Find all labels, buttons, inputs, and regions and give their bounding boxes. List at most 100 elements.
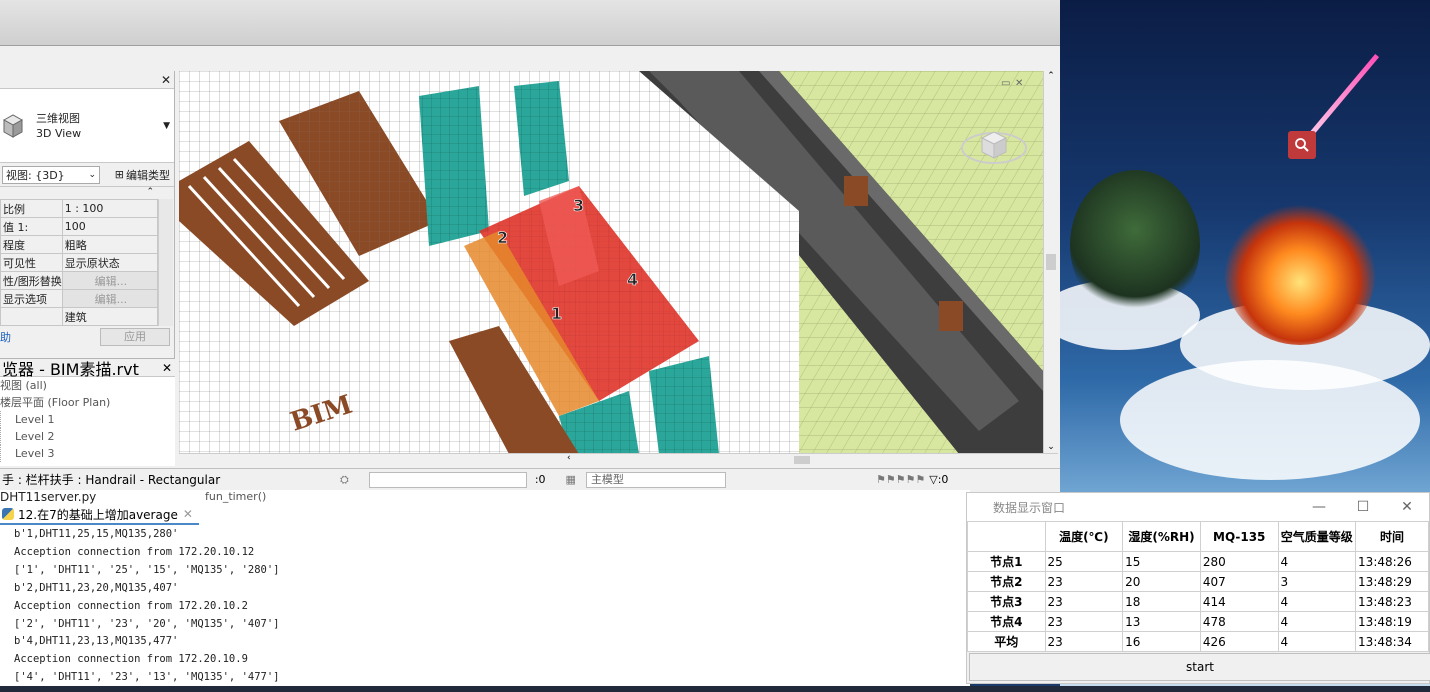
table-row[interactable]: 节点4 23 13 478 4 13:48:19: [967, 611, 1429, 632]
properties-help-link[interactable]: 助: [0, 329, 11, 345]
property-row[interactable]: 比例 1 : 100: [0, 199, 159, 218]
viewport-vertical-scrollbar[interactable]: ⌃ ⌄: [1043, 71, 1058, 454]
data-display-window: 数据显示窗口 — ☐ ✕ 温度(℃) 湿度(%RH) MQ-135 空气质量等级 时间 …: [966, 492, 1430, 684]
column-header[interactable]: 湿度(%RH): [1122, 521, 1201, 552]
table-cell[interactable]: 4: [1277, 631, 1357, 652]
workset-icon: ⛭: [340, 472, 349, 486]
table-cell[interactable]: 414: [1199, 591, 1279, 612]
edit-type-button[interactable]: ⊞ 编辑类型: [115, 167, 174, 183]
table-cell[interactable]: 18: [1122, 591, 1201, 612]
collapse-icon[interactable]: ⌃: [0, 187, 174, 199]
property-row[interactable]: 可见性 显示原状态: [0, 253, 159, 272]
table-cell[interactable]: 4: [1277, 611, 1357, 632]
property-value[interactable]: 编辑...: [61, 289, 159, 308]
restore-icon[interactable]: ▭: [1001, 78, 1010, 89]
data-table: 温度(℃) 湿度(%RH) MQ-135 空气质量等级 时间 节点1 25 15 280 4 13…: [967, 521, 1429, 652]
property-row[interactable]: 建筑: [0, 307, 159, 326]
table-cell[interactable]: 3: [1277, 571, 1357, 592]
table-cell[interactable]: 280: [1199, 551, 1279, 572]
table-cell[interactable]: 407: [1199, 571, 1279, 592]
type-name-en: 3D View: [36, 126, 82, 140]
maximize-icon[interactable]: ☐: [1341, 499, 1385, 515]
property-label: 显示选项: [0, 289, 63, 308]
table-cell[interactable]: 13:48:29: [1355, 571, 1429, 592]
table-cell[interactable]: 13:48:19: [1355, 611, 1429, 632]
table-cell[interactable]: 4: [1277, 551, 1357, 572]
row-header: 节点1: [967, 551, 1046, 572]
column-header[interactable]: 时间: [1355, 521, 1429, 552]
filter-count: :0: [937, 473, 949, 486]
table-row[interactable]: 节点2 23 20 407 3 13:48:29: [967, 571, 1429, 592]
property-row[interactable]: 程度 粗略: [0, 235, 159, 254]
view-instance-dropdown[interactable]: 视图: {3D} ⌄: [2, 165, 100, 184]
function-breadcrumb[interactable]: fun_timer(): [205, 490, 266, 503]
properties-scrollbar[interactable]: [158, 199, 173, 326]
table-row[interactable]: 平均 23 16 426 4 13:48:34: [967, 631, 1429, 652]
table-cell[interactable]: 15: [1122, 551, 1201, 572]
table-cell[interactable]: 426: [1199, 631, 1279, 652]
table-cell[interactable]: 25: [1044, 551, 1124, 572]
close-icon[interactable]: ✕: [161, 73, 171, 87]
table-cell[interactable]: 23: [1044, 591, 1124, 612]
console-line: ['4', 'DHT11', '23', '13', 'MQ135', '477…: [14, 671, 280, 684]
column-header[interactable]: 空气质量等级: [1277, 521, 1357, 552]
property-value[interactable]: 1 : 100: [61, 199, 159, 218]
close-icon[interactable]: ✕: [162, 361, 172, 375]
viewport-horizontal-scrollbar[interactable]: ‹: [179, 453, 1058, 466]
table-cell[interactable]: 23: [1044, 611, 1124, 632]
table-cell[interactable]: 16: [1122, 631, 1201, 652]
property-value[interactable]: 编辑...: [61, 271, 159, 290]
table-cell[interactable]: 478: [1199, 611, 1279, 632]
browser-tree-item[interactable]: Level 2: [0, 428, 175, 445]
table-cell[interactable]: 13: [1122, 611, 1201, 632]
3d-viewport[interactable]: 1 2 3 4 BIM ▭ ✕: [179, 71, 1043, 454]
selection-tools-icon[interactable]: ⚑⚑⚑⚑⚑: [876, 473, 925, 486]
3d-view-icon: [2, 113, 24, 138]
workset-dropdown[interactable]: [368, 471, 527, 488]
apply-button[interactable]: 应用: [100, 328, 170, 346]
start-button[interactable]: start: [969, 653, 1430, 681]
table-cell[interactable]: 13:48:26: [1355, 551, 1429, 572]
console-line: Acception connection from 172.20.10.9: [14, 653, 248, 666]
type-selector[interactable]: 三维视图 3D View ▼: [0, 89, 174, 163]
table-cell[interactable]: 13:48:34: [1355, 631, 1429, 652]
row-header: 节点4: [967, 611, 1046, 632]
close-icon[interactable]: ✕: [1385, 499, 1429, 515]
property-label: 比例: [0, 199, 63, 218]
console-line: Acception connection from 172.20.10.2: [14, 599, 248, 612]
minimize-icon[interactable]: —: [1297, 499, 1341, 515]
column-header[interactable]: 温度(℃): [1044, 521, 1124, 552]
run-tab[interactable]: 12.在7的基础上增加average ✕: [0, 505, 199, 525]
design-option-dropdown[interactable]: 主模型: [585, 471, 726, 488]
property-value[interactable]: 粗略: [61, 235, 159, 254]
property-label: 可见性: [0, 253, 63, 272]
table-cell[interactable]: 13:48:23: [1355, 591, 1429, 612]
browser-tree-item[interactable]: 楼层平面 (Floor Plan): [0, 394, 175, 411]
property-row[interactable]: 性/图形替换 编辑...: [0, 271, 159, 290]
table-cell[interactable]: 20: [1122, 571, 1201, 592]
table-row[interactable]: 节点1 25 15 280 4 13:48:26: [967, 551, 1429, 572]
filter-icon[interactable]: ▽: [929, 473, 937, 486]
file-name[interactable]: DHT11server.py: [0, 490, 96, 504]
browser-tree-item[interactable]: 视图 (all): [0, 377, 175, 394]
property-value[interactable]: 建筑: [61, 307, 159, 326]
search-icon[interactable]: [1288, 131, 1316, 159]
browser-tree-item[interactable]: Level 3: [0, 445, 175, 462]
property-value[interactable]: 100: [61, 217, 159, 236]
property-value[interactable]: 显示原状态: [61, 253, 159, 272]
property-row[interactable]: 值 1: 100: [0, 217, 159, 236]
property-row[interactable]: 显示选项 编辑...: [0, 289, 159, 308]
floating-island-image: [1070, 170, 1200, 320]
browser-tree-item[interactable]: Level 1: [0, 411, 175, 428]
table-cell[interactable]: 4: [1277, 591, 1357, 612]
close-icon[interactable]: ✕: [183, 507, 193, 521]
table-cell[interactable]: 23: [1044, 631, 1124, 652]
property-label: 程度: [0, 235, 63, 254]
table-row[interactable]: 节点3 23 18 414 4 13:48:23: [967, 591, 1429, 612]
console-line: b'1,DHT11,25,15,MQ135,280': [14, 528, 179, 540]
row-header: 节点3: [967, 591, 1046, 612]
close-icon[interactable]: ✕: [1015, 78, 1023, 89]
python-ide: DHT11server.py fun_timer() 12.在7的基础上增加av…: [0, 490, 970, 692]
column-header[interactable]: MQ-135: [1199, 521, 1279, 552]
table-cell[interactable]: 23: [1044, 571, 1124, 592]
